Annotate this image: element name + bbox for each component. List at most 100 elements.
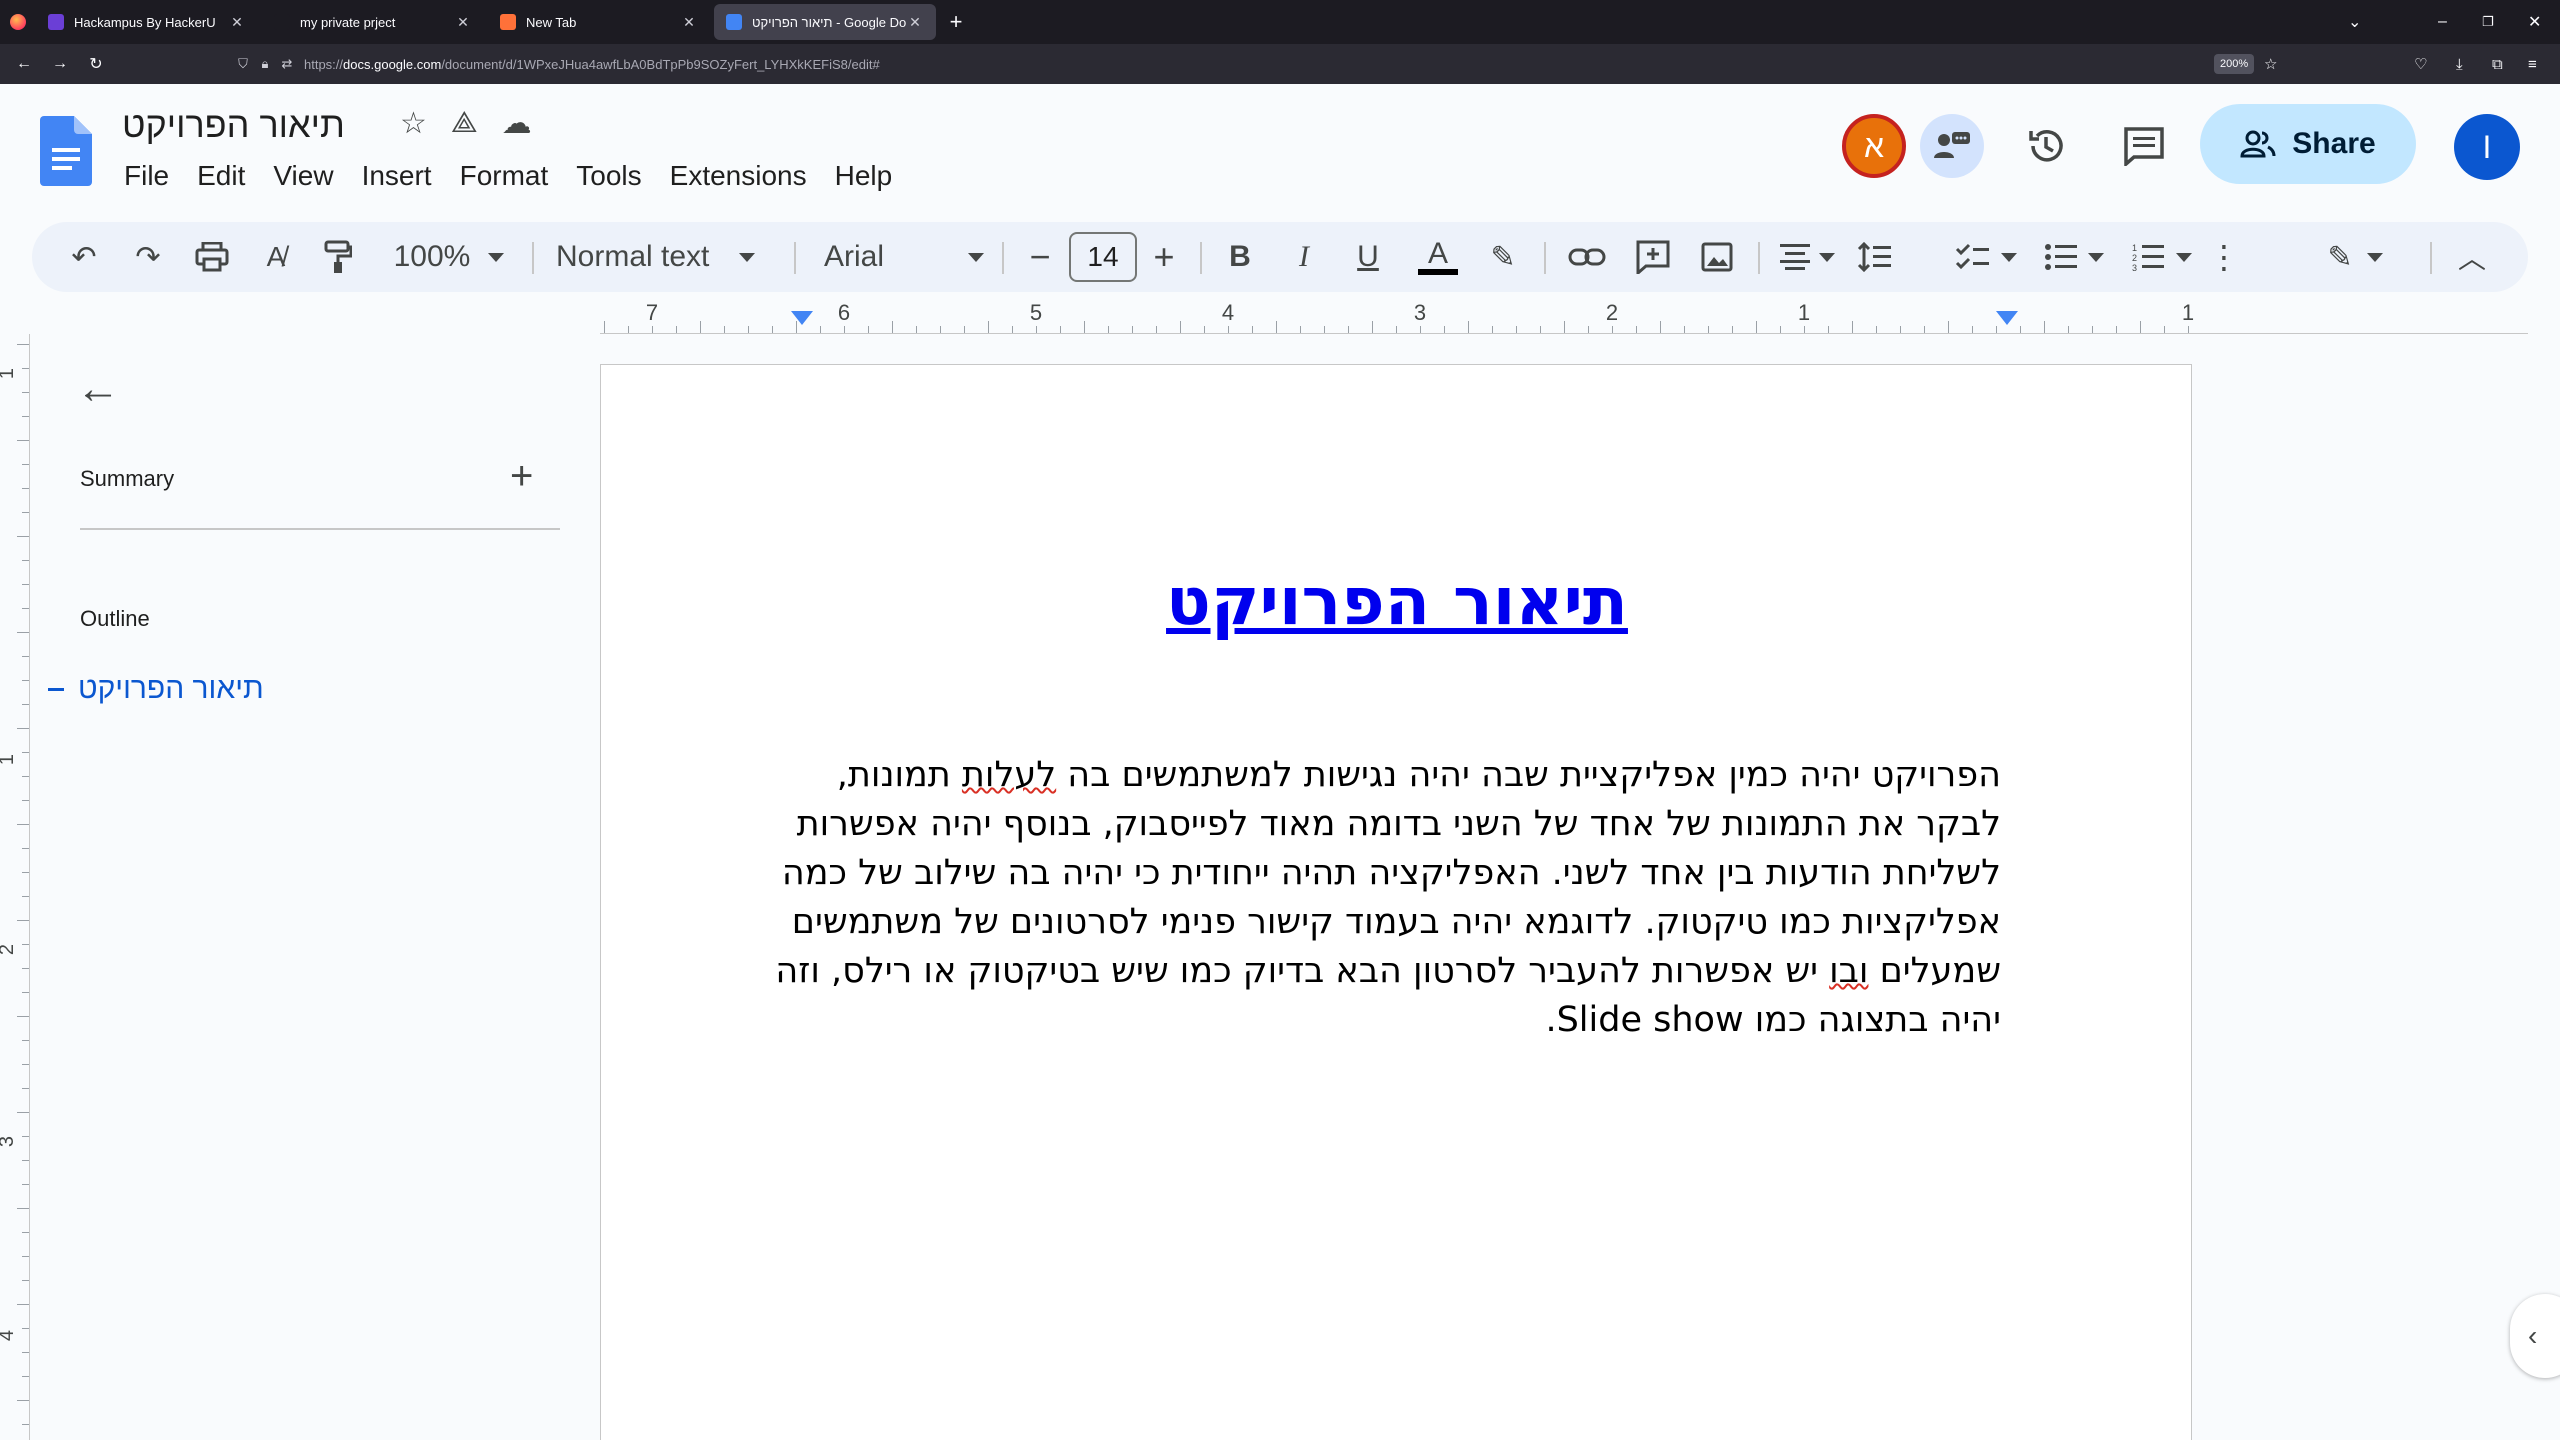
document-title[interactable]: תיאור הפרויקט xyxy=(122,104,345,146)
document-body[interactable]: הפרויקט יהיה כמין אפליקציית שבה יהיה נגי… xyxy=(775,751,2001,1045)
move-to-drive-icon[interactable]: ⟁ xyxy=(451,106,478,141)
tab-close-icon[interactable]: ✕ xyxy=(906,14,924,31)
print-icon[interactable] xyxy=(190,222,234,292)
app-menu-icon[interactable]: ≡ xyxy=(2528,44,2537,84)
google-docs-logo-icon[interactable] xyxy=(40,116,92,186)
vertical-ruler-tick xyxy=(17,632,29,633)
share-button[interactable]: Share xyxy=(2200,104,2416,184)
menu-help[interactable]: Help xyxy=(821,156,907,196)
text-color-icon[interactable]: A xyxy=(1412,222,1464,292)
horizontal-ruler[interactable]: 7 6 5 4 3 2 1 1 xyxy=(600,300,2528,334)
browser-tab-bar: Hackampus By HackerU ✕ my private prject ✕ N… xyxy=(0,0,2560,44)
back-icon[interactable]: ← xyxy=(6,55,42,73)
forward-icon[interactable]: → xyxy=(42,55,78,73)
extensions-icon[interactable]: ⧉ xyxy=(2492,44,2503,84)
undo-icon[interactable]: ↶ xyxy=(62,222,106,292)
browser-tab[interactable]: תיאור הפרויקט - Google Docs✕ xyxy=(714,4,936,40)
star-icon[interactable]: ☆ xyxy=(400,106,427,141)
tab-close-icon[interactable]: ✕ xyxy=(454,14,472,31)
ruler-tick xyxy=(1180,321,1181,333)
add-summary-plus-icon[interactable]: + xyxy=(510,454,533,499)
tab-close-icon[interactable]: ✕ xyxy=(680,14,698,31)
document-heading[interactable]: תיאור הפרויקט xyxy=(601,563,2193,640)
shield-icon[interactable]: ⛉ xyxy=(232,56,254,72)
ruler-tick xyxy=(2092,326,2093,333)
outline-item-heading[interactable]: תיאור הפרויקט xyxy=(48,672,264,706)
checklist-select[interactable] xyxy=(1946,222,2026,292)
menu-insert[interactable]: Insert xyxy=(348,156,446,196)
restore-icon[interactable]: ❐ xyxy=(2482,0,2494,44)
align-select[interactable] xyxy=(1772,222,1842,292)
account-avatar[interactable]: I xyxy=(2454,114,2520,180)
numbered-list-select[interactable]: 123 xyxy=(2122,222,2202,292)
vertical-ruler-tick xyxy=(22,608,29,609)
close-outline-arrow-icon[interactable]: ← xyxy=(76,364,120,414)
font-size-input[interactable]: 14 xyxy=(1069,232,1137,282)
increase-font-size-icon[interactable]: + xyxy=(1144,222,1184,292)
zoom-select[interactable]: 100% xyxy=(384,222,514,292)
right-indent-marker[interactable] xyxy=(1996,311,2018,325)
ruler-tick xyxy=(2188,326,2189,333)
vertical-ruler[interactable]: 1 1 2 3 4 xyxy=(0,334,30,1440)
pencil-icon: ✎ xyxy=(2327,240,2353,274)
permissions-icon[interactable]: ⇄ xyxy=(276,56,298,72)
zoom-level-badge[interactable]: 200% xyxy=(2214,54,2255,74)
meeting-chat-button[interactable] xyxy=(1920,114,1984,178)
editing-mode-select[interactable]: ✎ xyxy=(2310,222,2400,292)
vertical-ruler-tick xyxy=(22,1328,29,1329)
redo-icon[interactable]: ↷ xyxy=(126,222,170,292)
bulleted-list-select[interactable] xyxy=(2034,222,2114,292)
decrease-font-size-icon[interactable]: − xyxy=(1020,222,1060,292)
font-select[interactable]: Arial xyxy=(824,222,984,292)
pocket-icon[interactable]: ♡ xyxy=(2414,44,2427,84)
highlight-icon[interactable]: ✎ xyxy=(1478,222,1528,292)
left-indent-marker[interactable] xyxy=(791,311,813,325)
browser-tab[interactable]: my private prject ✕ xyxy=(262,4,484,40)
browser-tab[interactable]: Hackampus By HackerU ✕ xyxy=(36,4,258,40)
menu-extensions[interactable]: Extensions xyxy=(656,156,821,196)
underline-icon[interactable]: U xyxy=(1346,222,1390,292)
version-history-button[interactable] xyxy=(2014,114,2078,178)
docs-header: תיאור הפרויקט ☆ ⟁ ☁︎ File Edit View Insert F… xyxy=(0,84,2560,206)
address-bar[interactable]: ⛉ 🔒︎ ⇄ https://docs.google.com/document/… xyxy=(232,50,2268,78)
show-side-panel-chevron-icon[interactable]: ‹ xyxy=(2510,1294,2560,1378)
spellcheck-icon[interactable]: A̸ xyxy=(254,222,298,292)
italic-icon[interactable]: I xyxy=(1282,222,1326,292)
cloud-saved-icon[interactable]: ☁︎ xyxy=(502,106,532,141)
menu-view[interactable]: View xyxy=(259,156,347,196)
downloads-icon[interactable]: ⤓ xyxy=(2456,44,2463,84)
browser-tab[interactable]: New Tab ✕ xyxy=(488,4,710,40)
tab-title: Hackampus By HackerU xyxy=(74,14,216,30)
paint-format-icon[interactable] xyxy=(316,222,360,292)
reload-icon[interactable]: ↻ xyxy=(78,54,114,74)
ruler-tick xyxy=(1084,321,1085,333)
bookmark-star-icon[interactable]: ☆ xyxy=(2264,44,2277,84)
menu-tools[interactable]: Tools xyxy=(562,156,655,196)
menu-format[interactable]: Format xyxy=(446,156,563,196)
comments-button[interactable] xyxy=(2112,114,2176,178)
insert-link-icon[interactable] xyxy=(1562,222,1612,292)
add-comment-icon[interactable] xyxy=(1628,222,1678,292)
ruler-tick xyxy=(1156,326,1157,333)
collaborator-avatar[interactable]: א xyxy=(1842,114,1906,178)
list-all-tabs-icon[interactable]: ⌄ xyxy=(2348,0,2361,44)
document-page[interactable]: תיאור הפרויקט הפרויקט יהיה כמין אפליקציי… xyxy=(600,364,2192,1440)
new-tab-button[interactable]: + xyxy=(940,9,972,35)
menu-file[interactable]: File xyxy=(110,156,183,196)
paragraph-style-select[interactable]: Normal text xyxy=(556,222,796,292)
more-options-icon[interactable]: ⋮ xyxy=(2204,222,2244,292)
insert-image-icon[interactable] xyxy=(1692,222,1742,292)
ruler-tick xyxy=(1420,326,1421,333)
minimize-icon[interactable]: – xyxy=(2438,0,2447,44)
close-window-icon[interactable]: ✕ xyxy=(2528,0,2541,44)
lock-icon[interactable]: 🔒︎ xyxy=(254,56,276,72)
menu-edit[interactable]: Edit xyxy=(183,156,259,196)
line-spacing-icon[interactable] xyxy=(1850,222,1900,292)
vertical-ruler-tick xyxy=(22,1352,29,1353)
hide-menus-chevron-up-icon[interactable]: ︿ xyxy=(2450,222,2494,292)
tab-close-icon[interactable]: ✕ xyxy=(228,14,246,31)
url-text[interactable]: https://docs.google.com/document/d/1WPxe… xyxy=(304,57,880,72)
paragraph-style-value: Normal text xyxy=(556,240,710,273)
firefox-logo-icon[interactable] xyxy=(0,0,36,44)
bold-icon[interactable]: B xyxy=(1218,222,1262,292)
